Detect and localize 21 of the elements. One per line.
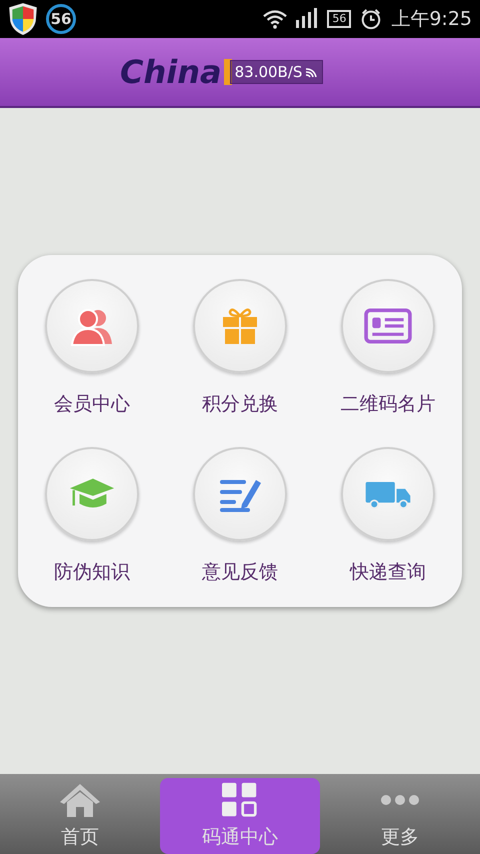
- notification-badge: 56: [46, 4, 76, 34]
- menu-label: 二维码名片: [340, 392, 436, 417]
- home-icon: [58, 782, 102, 818]
- menu-label: 快递查询: [350, 560, 426, 585]
- menu-label: 会员中心: [54, 392, 130, 417]
- app-logo: China: [120, 53, 222, 91]
- wifi-icon: [263, 8, 288, 30]
- menu-label: 防伪知识: [54, 560, 130, 585]
- shield-icon: [8, 2, 38, 36]
- tab[interactable]: 首页: [0, 778, 160, 854]
- menu-label: 意见反馈: [202, 560, 278, 585]
- menu-label: 积分兑换: [202, 392, 278, 417]
- more-icon: [381, 795, 419, 805]
- clock-time: 上午9:25: [391, 7, 472, 32]
- network-speed-overlay: 83.00B/S: [230, 60, 324, 84]
- signal-icon: [295, 8, 320, 30]
- logo-bar-icon: [224, 59, 232, 85]
- id-card-icon: [364, 306, 412, 346]
- tab[interactable]: 码通中心: [160, 778, 320, 854]
- battery-indicator: 56: [327, 10, 352, 28]
- tab[interactable]: 更多: [320, 778, 480, 854]
